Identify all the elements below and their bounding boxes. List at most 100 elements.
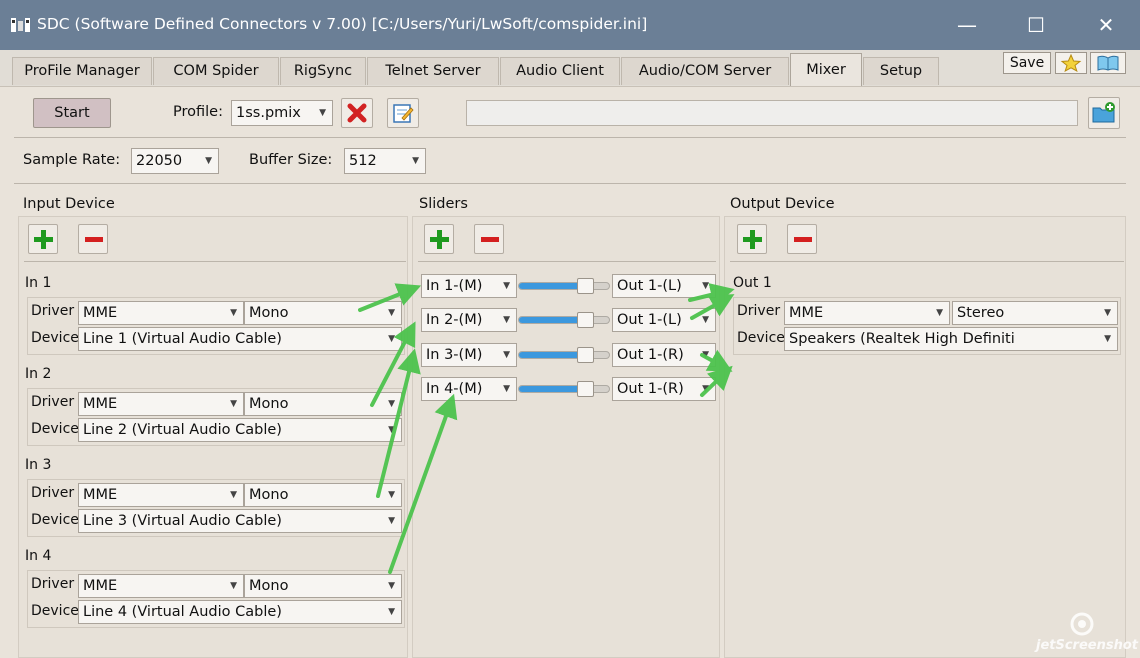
buffer-size-select[interactable]: 512 ▼ [344, 148, 426, 174]
slider-row: In 4-(M) ▼ Out 1-(R) ▼ [421, 377, 717, 401]
slider-target-select[interactable]: Out 1-(R) ▼ [612, 377, 716, 401]
remove-input-button[interactable] [78, 224, 108, 254]
level-slider[interactable] [518, 278, 610, 294]
driver-label: Driver [31, 394, 75, 410]
device-select[interactable]: Line 3 (Virtual Audio Cable) ▼ [78, 509, 402, 533]
driver-select[interactable]: MME ▼ [784, 301, 950, 325]
device-select[interactable]: Line 4 (Virtual Audio Cable) ▼ [78, 600, 402, 624]
delete-profile-button[interactable] [341, 98, 373, 128]
chevron-down-icon: ▼ [503, 315, 510, 325]
device-select[interactable]: Line 2 (Virtual Audio Cable) ▼ [78, 418, 402, 442]
slider-target-value: Out 1-(L) [617, 278, 682, 294]
slider-target-value: Out 1-(L) [617, 312, 682, 328]
chevron-down-icon: ▼ [702, 350, 709, 360]
slider-source-select[interactable]: In 1-(M) ▼ [421, 274, 517, 298]
slider-row: In 1-(M) ▼ Out 1-(L) ▼ [421, 274, 717, 298]
input-device-group: Driver MME ▼ Mono ▼ Device Line 4 (Virtual… [27, 570, 405, 628]
minus-icon [481, 237, 499, 242]
output-device-panel [724, 216, 1126, 658]
chevron-down-icon: ▼ [702, 281, 709, 291]
level-slider[interactable] [518, 381, 610, 397]
add-slider-button[interactable] [424, 224, 454, 254]
output-name: Out 1 [733, 275, 772, 291]
channel-select[interactable]: Stereo ▼ [952, 301, 1118, 325]
channel-select[interactable]: Mono ▼ [244, 392, 402, 416]
chevron-down-icon: ▼ [388, 516, 395, 526]
slider-target-select[interactable]: Out 1-(L) ▼ [612, 274, 716, 298]
save-button[interactable]: Save [1003, 52, 1051, 74]
slider-thumb[interactable] [577, 312, 594, 328]
slider-thumb[interactable] [577, 278, 594, 294]
driver-select[interactable]: MME ▼ [78, 301, 244, 325]
tab-com-spider[interactable]: COM Spider [153, 57, 279, 85]
slider-row: In 3-(M) ▼ Out 1-(R) ▼ [421, 343, 717, 367]
remove-output-button[interactable] [787, 224, 817, 254]
minimize-button[interactable]: — [944, 0, 990, 50]
maximize-button[interactable]: ☐ [1013, 0, 1059, 50]
driver-value: MME [83, 305, 118, 321]
path-field[interactable] [466, 100, 1078, 126]
device-label: Device [31, 512, 79, 528]
driver-select[interactable]: MME ▼ [78, 483, 244, 507]
add-output-button[interactable] [737, 224, 767, 254]
remove-slider-button[interactable] [474, 224, 504, 254]
device-select[interactable]: Speakers (Realtek High Definiti ▼ [784, 327, 1118, 351]
channel-select[interactable]: Mono ▼ [244, 301, 402, 325]
slider-target-value: Out 1-(R) [617, 381, 684, 397]
slider-source-select[interactable]: In 3-(M) ▼ [421, 343, 517, 367]
slider-source-select[interactable]: In 2-(M) ▼ [421, 308, 517, 332]
chevron-down-icon: ▼ [702, 384, 709, 394]
star-icon [1060, 53, 1082, 73]
add-input-button[interactable] [28, 224, 58, 254]
slider-source-select[interactable]: In 4-(M) ▼ [421, 377, 517, 401]
input-name: In 2 [25, 366, 52, 382]
tab-bar: ProFile Manager COM Spider RigSync Telne… [0, 50, 1140, 87]
tab-audio-client[interactable]: Audio Client [500, 57, 620, 85]
help-button[interactable] [1090, 52, 1126, 74]
slider-row: In 2-(M) ▼ Out 1-(L) ▼ [421, 308, 717, 332]
device-value: Line 4 (Virtual Audio Cable) [83, 604, 282, 620]
channel-select[interactable]: Mono ▼ [244, 483, 402, 507]
edit-profile-button[interactable] [387, 98, 419, 128]
favorite-button[interactable] [1055, 52, 1087, 74]
channel-select[interactable]: Mono ▼ [244, 574, 402, 598]
sample-rate-select[interactable]: 22050 ▼ [131, 148, 219, 174]
tab-mixer[interactable]: Mixer [790, 53, 862, 86]
watermark-text: jetScreenshot [1036, 638, 1138, 653]
driver-select[interactable]: MME ▼ [78, 574, 244, 598]
chevron-down-icon: ▼ [230, 490, 237, 500]
output-device-heading: Output Device [730, 196, 835, 212]
slider-source-value: In 2-(M) [426, 312, 483, 328]
slider-target-select[interactable]: Out 1-(R) ▼ [612, 343, 716, 367]
driver-select[interactable]: MME ▼ [78, 392, 244, 416]
divider [14, 137, 1126, 138]
slider-source-value: In 3-(M) [426, 347, 483, 363]
close-button[interactable]: ✕ [1083, 0, 1129, 50]
tab-profile-manager[interactable]: ProFile Manager [12, 57, 152, 85]
slider-thumb[interactable] [577, 347, 594, 363]
level-slider[interactable] [518, 347, 610, 363]
folder-add-icon [1092, 102, 1115, 123]
tab-audio-com-server[interactable]: Audio/COM Server [621, 57, 789, 85]
input-device-group: Driver MME ▼ Mono ▼ Device Line 1 (Virtual… [27, 297, 405, 355]
channel-value: Mono [249, 578, 289, 594]
driver-value: MME [83, 487, 118, 503]
level-slider[interactable] [518, 312, 610, 328]
profile-select[interactable]: 1ss.pmix ▼ [231, 100, 333, 126]
chevron-down-icon: ▼ [205, 156, 212, 166]
chevron-down-icon: ▼ [1104, 308, 1111, 318]
input-name: In 3 [25, 457, 52, 473]
slider-thumb[interactable] [577, 381, 594, 397]
device-select[interactable]: Line 1 (Virtual Audio Cable) ▼ [78, 327, 402, 351]
title-bar: SDC (Software Defined Connectors v 7.00)… [0, 0, 1140, 50]
tab-setup[interactable]: Setup [863, 57, 939, 85]
tab-telnet-server[interactable]: Telnet Server [367, 57, 499, 85]
slider-target-select[interactable]: Out 1-(L) ▼ [612, 308, 716, 332]
open-folder-button[interactable] [1088, 97, 1120, 129]
chevron-down-icon: ▼ [388, 334, 395, 344]
tab-rigsync[interactable]: RigSync [280, 57, 366, 85]
slider-target-value: Out 1-(R) [617, 347, 684, 363]
chevron-down-icon: ▼ [319, 108, 326, 118]
start-button[interactable]: Start [33, 98, 111, 128]
chevron-down-icon: ▼ [388, 399, 395, 409]
